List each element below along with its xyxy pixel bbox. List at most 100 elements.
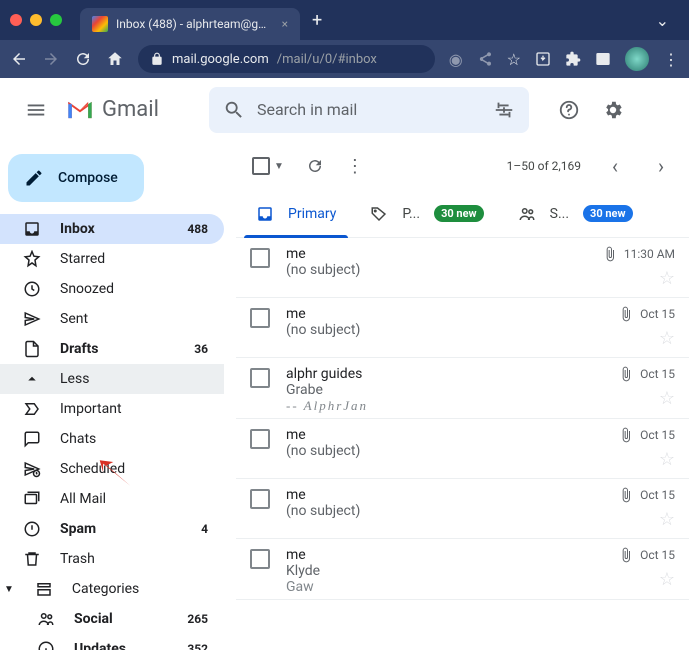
sidebar-item-less[interactable]: Less	[0, 364, 224, 394]
close-window[interactable]	[10, 14, 22, 26]
sidebar-label: Starred	[60, 251, 208, 267]
compose-button[interactable]: Compose	[8, 154, 144, 202]
prev-page-button[interactable]: ‹	[603, 154, 627, 178]
sidebar-item-scheduled[interactable]: Scheduled	[0, 454, 224, 484]
sidebar-item-sent[interactable]: Sent	[0, 304, 224, 334]
send-icon	[22, 310, 42, 328]
refresh-button[interactable]	[306, 157, 324, 175]
search-input[interactable]: Search in mail	[257, 100, 481, 119]
sidebar-count: 352	[187, 642, 208, 650]
mail-row[interactable]: me (no subject) Oct 15 ☆	[236, 298, 689, 358]
tab-dropdown[interactable]: ⌄	[656, 11, 679, 30]
mail-checkbox[interactable]	[250, 368, 270, 388]
maximize-window[interactable]	[50, 14, 62, 26]
select-all[interactable]: ▼	[252, 157, 284, 175]
search-options-icon[interactable]	[493, 99, 515, 121]
schedule-icon	[22, 460, 42, 478]
new-tab-button[interactable]: +	[312, 10, 322, 31]
mail-subject: Klyde	[286, 563, 615, 579]
sidebar-item-all-mail[interactable]: All Mail	[0, 484, 224, 514]
pencil-icon	[24, 168, 44, 188]
sidebar-count: 265	[187, 612, 208, 626]
url-path: /mail/u/0/#inbox	[277, 52, 377, 67]
sidebar-item-chats[interactable]: Chats	[0, 424, 224, 454]
sidebar-item-drafts[interactable]: Drafts36	[0, 334, 224, 364]
mail-row[interactable]: me (no subject) Oct 15 ☆	[236, 479, 689, 539]
chev-up-icon	[22, 370, 42, 388]
update-icon[interactable]	[535, 51, 551, 67]
main-menu-button[interactable]	[16, 90, 56, 130]
mail-checkbox[interactable]	[250, 549, 270, 569]
inbox-icon	[22, 220, 42, 238]
eye-icon[interactable]: ◉	[449, 50, 463, 69]
sidebar-item-spam[interactable]: Spam4	[0, 514, 224, 544]
share-icon[interactable]	[477, 51, 493, 67]
mail-row[interactable]: alphr guides Grabe -- AlphrJan Oct 15 ☆	[236, 358, 689, 419]
star-icon[interactable]: ☆	[659, 509, 675, 530]
sidebar-item-categories[interactable]: ▼Categories	[0, 574, 224, 604]
tab-badge: 30 new	[434, 205, 484, 222]
browser-tab[interactable]: Inbox (488) - alphrteam@gmai ×	[80, 8, 300, 40]
sidebar-item-important[interactable]: Important	[0, 394, 224, 424]
sidebar-label: Less	[60, 371, 208, 387]
gmail-favicon	[92, 16, 108, 32]
mail-toolbar: ▼ ⋮ 1–50 of 2,169 ‹ ›	[236, 142, 689, 190]
more-button[interactable]: ⋮	[346, 156, 364, 177]
chevron-down-icon[interactable]: ▼	[274, 161, 284, 172]
search-icon	[223, 99, 245, 121]
file-icon	[22, 340, 42, 358]
url-host: mail.google.com	[172, 52, 269, 67]
close-tab-icon[interactable]: ×	[282, 17, 288, 31]
mail-checkbox[interactable]	[250, 429, 270, 449]
sidebar-count: 36	[194, 342, 208, 356]
extensions-icon[interactable]	[565, 51, 581, 67]
mail-checkbox[interactable]	[250, 489, 270, 509]
star-icon[interactable]: ☆	[659, 388, 675, 409]
mail-checkbox[interactable]	[250, 248, 270, 268]
sidebar-item-social[interactable]: Social265	[0, 604, 224, 634]
sidebar-item-snoozed[interactable]: Snoozed	[0, 274, 224, 304]
gmail-m-icon	[66, 99, 94, 121]
sidebar-item-inbox[interactable]: Inbox488	[0, 214, 224, 244]
mail-row[interactable]: me (no subject) 11:30 AM ☆	[236, 238, 689, 298]
mail-checkbox[interactable]	[250, 308, 270, 328]
star-icon[interactable]: ☆	[659, 328, 675, 349]
back-button[interactable]	[10, 50, 28, 68]
sidebar-item-updates[interactable]: Updates352	[0, 634, 224, 650]
lock-icon	[150, 52, 164, 66]
star-icon	[22, 250, 42, 268]
reload-button[interactable]	[74, 50, 92, 68]
bookmark-icon[interactable]: ☆	[507, 50, 521, 69]
tab-s[interactable]: S...30 new	[506, 190, 645, 237]
sidebar-item-trash[interactable]: Trash	[0, 544, 224, 574]
star-icon[interactable]: ☆	[659, 569, 675, 590]
tab-primary[interactable]: Primary	[244, 190, 348, 237]
mail-row[interactable]: me Klyde Gaw Oct 15 ☆	[236, 539, 689, 600]
mail-list: me (no subject) 11:30 AM ☆ me (no subjec…	[236, 238, 689, 650]
minimize-window[interactable]	[30, 14, 42, 26]
search-bar[interactable]: Search in mail	[209, 87, 529, 133]
category-tabs: PrimaryP...30 newS...30 new	[236, 190, 689, 238]
gmail-logo[interactable]: Gmail	[66, 97, 159, 122]
mail-time: Oct 15	[640, 488, 675, 502]
sidebar-count: 4	[201, 522, 208, 536]
help-button[interactable]	[549, 90, 589, 130]
chat-icon	[22, 430, 42, 448]
mail-time: Oct 15	[640, 548, 675, 562]
address-bar[interactable]: mail.google.com/mail/u/0/#inbox	[138, 45, 435, 73]
tab-p[interactable]: P...30 new	[358, 190, 495, 237]
star-icon[interactable]: ☆	[659, 268, 675, 289]
settings-button[interactable]	[593, 90, 633, 130]
more-icon[interactable]: ⋮	[663, 50, 679, 69]
sidepanel-icon[interactable]	[595, 51, 611, 67]
star-icon[interactable]: ☆	[659, 449, 675, 470]
sidebar-item-starred[interactable]: Starred	[0, 244, 224, 274]
select-checkbox[interactable]	[252, 157, 270, 175]
profile-avatar[interactable]	[625, 47, 649, 71]
next-page-button[interactable]: ›	[649, 154, 673, 178]
forward-button[interactable]	[42, 50, 60, 68]
mail-snippet: Gaw	[286, 579, 615, 595]
mail-row[interactable]: me (no subject) Oct 15 ☆	[236, 419, 689, 479]
home-button[interactable]	[106, 50, 124, 68]
pagination-text: 1–50 of 2,169	[507, 159, 581, 173]
